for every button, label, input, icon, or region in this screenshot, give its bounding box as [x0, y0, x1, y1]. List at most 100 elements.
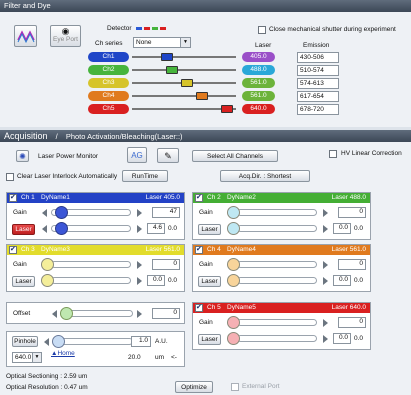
chevron-down-icon: ▼: [32, 353, 41, 362]
gain-knob[interactable]: [227, 206, 240, 219]
pinhole-value[interactable]: 1.0: [131, 336, 151, 347]
laser-slider[interactable]: [237, 335, 317, 342]
laser-knob[interactable]: [227, 332, 240, 345]
laser-button[interactable]: Laser: [198, 276, 221, 287]
channel-dye-slider[interactable]: [132, 56, 236, 58]
offset-decrease-icon[interactable]: [52, 310, 57, 318]
laser-decrease-icon[interactable]: [42, 225, 47, 233]
home-link[interactable]: ▲Home: [51, 350, 75, 357]
gain-increase-icon[interactable]: [137, 261, 142, 269]
pinhole-select[interactable]: 640.0 ▼: [12, 352, 42, 363]
runtime-button[interactable]: RunTime: [122, 170, 168, 182]
gain-increase-icon[interactable]: [323, 209, 328, 217]
laser-button[interactable]: Laser: [198, 334, 221, 345]
laser-knob[interactable]: [41, 274, 54, 287]
channel-pill[interactable]: Ch2: [88, 65, 129, 75]
laser-button[interactable]: Laser: [198, 224, 221, 235]
gain-increase-icon[interactable]: [137, 209, 142, 217]
gain-increase-icon[interactable]: [323, 261, 328, 269]
gain-slider[interactable]: [237, 319, 317, 326]
gain-increase-icon[interactable]: [323, 319, 328, 327]
laser-button[interactable]: Laser: [12, 224, 35, 235]
select-all-channels-button[interactable]: Select All Channels: [192, 150, 278, 162]
channel-enable-checkbox[interactable]: [9, 245, 17, 255]
laser-value[interactable]: 0.0: [333, 333, 351, 344]
gain-decrease-icon[interactable]: [42, 209, 47, 217]
channel-dye-knob[interactable]: [166, 66, 178, 74]
channel-laser: 640.0: [250, 105, 267, 112]
auto-gain-button[interactable]: AG: [127, 147, 147, 163]
gain-value[interactable]: 0: [152, 259, 180, 270]
acq-dir-button[interactable]: Acq.Dir. : Shortest: [220, 170, 310, 182]
scan-pen-button[interactable]: ✎: [157, 148, 179, 163]
hv-linear-checkbox[interactable]: [329, 150, 337, 158]
laser-value[interactable]: 0.0: [333, 223, 351, 234]
gain-knob[interactable]: [41, 258, 54, 271]
gain-slider[interactable]: [237, 261, 317, 268]
offset-knob[interactable]: [60, 307, 73, 320]
channel-dye-knob[interactable]: [196, 92, 208, 100]
channel-pill[interactable]: Ch4: [88, 91, 129, 101]
channel-laser-label: Laser 561.0: [331, 246, 366, 253]
channel-enable-checkbox[interactable]: [195, 245, 203, 255]
gain-knob[interactable]: [55, 206, 68, 219]
laser-increase-icon[interactable]: [323, 277, 328, 285]
laser-value[interactable]: 0.0: [333, 275, 351, 286]
laser-increase-icon[interactable]: [137, 225, 142, 233]
gain-value[interactable]: 0: [338, 207, 366, 218]
offset-increase-icon[interactable]: [137, 310, 142, 318]
laser-slider[interactable]: [237, 277, 317, 284]
clear-laser-checkbox[interactable]: [6, 173, 14, 181]
channel-enable-checkbox[interactable]: [195, 193, 203, 203]
channel-panel-header: Ch 4 DyName4 Laser 561.0: [193, 245, 370, 255]
detector-label: Detector: [107, 25, 132, 32]
laser-button[interactable]: Laser: [12, 276, 35, 287]
pinhole-slider[interactable]: [53, 338, 133, 345]
gain-value[interactable]: 47: [152, 207, 180, 218]
gain-knob[interactable]: [227, 258, 240, 271]
channel-laser-pill: 405.0: [242, 52, 275, 62]
laser-extra-value: 0.0: [354, 277, 364, 284]
channel-dye-slider[interactable]: [132, 69, 236, 71]
light-path-button[interactable]: [14, 25, 37, 47]
channel-dye-knob[interactable]: [181, 79, 193, 87]
channel-pill[interactable]: Ch1: [88, 52, 129, 62]
optimize-button[interactable]: Optimize: [175, 381, 213, 393]
laser-slider[interactable]: [51, 277, 131, 284]
gain-value[interactable]: 0: [338, 317, 366, 328]
channel-enable-checkbox[interactable]: [9, 193, 17, 203]
gain-slider[interactable]: [51, 261, 131, 268]
pinhole-button[interactable]: Pinhole: [12, 336, 38, 347]
channel-pill[interactable]: Ch5: [88, 104, 129, 114]
gain-value[interactable]: 0: [338, 259, 366, 270]
laser-button-label: Laser: [201, 278, 218, 285]
ch-series-select[interactable]: None ▼: [133, 37, 191, 48]
gain-knob[interactable]: [227, 316, 240, 329]
laser-knob[interactable]: [227, 274, 240, 287]
channel-enable-checkbox[interactable]: [195, 303, 203, 313]
pinhole-decrease-icon[interactable]: [44, 338, 49, 346]
channel-dye-knob[interactable]: [161, 53, 173, 61]
gain-slider[interactable]: [237, 209, 317, 216]
offset-value[interactable]: 0: [152, 308, 180, 319]
acquisition-tab[interactable]: Acquisition: [4, 131, 48, 141]
laser-knob[interactable]: [227, 222, 240, 235]
channel-name: Ch1: [102, 53, 115, 60]
eye-port-button[interactable]: ◉ Eye Port: [50, 25, 81, 47]
tab-separator: /: [55, 132, 58, 141]
channel-dye-slider[interactable]: [132, 95, 236, 97]
laser-slider[interactable]: [237, 225, 317, 232]
channel-pill[interactable]: Ch3: [88, 78, 129, 88]
laser-increase-icon[interactable]: [323, 335, 328, 343]
laser-value[interactable]: 0.0: [147, 275, 165, 286]
laser-increase-icon[interactable]: [137, 277, 142, 285]
photo-activation-tab[interactable]: Photo Activation/Bleaching(Laser::): [66, 132, 183, 141]
laser-increase-icon[interactable]: [323, 225, 328, 233]
channel-dye-knob[interactable]: [221, 105, 233, 113]
shutter-checkbox[interactable]: [258, 26, 266, 34]
laser-power-monitor-button[interactable]: ✺: [16, 150, 29, 162]
laser-knob[interactable]: [55, 222, 68, 235]
external-port-checkbox[interactable]: [231, 383, 239, 391]
laser-value[interactable]: 4.6: [147, 223, 165, 234]
pinhole-knob[interactable]: [52, 335, 65, 348]
